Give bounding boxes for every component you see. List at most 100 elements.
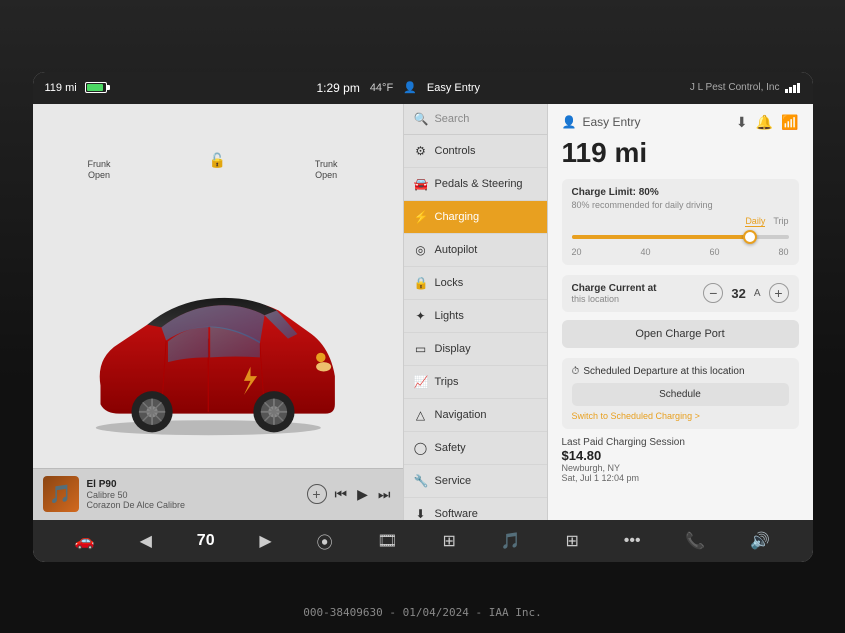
taskbar-back-icon[interactable]: ◀ [140,531,152,551]
status-center: 1:29 pm 44°F 👤 Easy Entry [316,81,480,95]
lights-icon: ✦ [414,309,428,323]
menu-item-display[interactable]: ▭ Display [404,333,547,366]
switch-charging-link[interactable]: Switch to Scheduled Charging > [572,411,789,421]
navigation-icon: △ [414,408,428,422]
music-player: 🎵 El P90 Calibre 50 Corazon De Alce Cali… [33,468,403,520]
download-icon[interactable]: ⬇ [736,114,748,131]
charge-limit-box: Charge Limit: 80% 80% recommended for da… [562,179,799,265]
slider-labels: 20 40 60 80 [572,247,789,257]
taskbar: 🚗 ◀ 70 ▶ ⦿ 🎞 ⊞ 🎵 ⊞ ••• 📞 🔊 [33,520,813,562]
slider-fill [572,235,746,239]
time-display: 1:29 pm [316,81,359,95]
speed-display: 70 [197,532,215,550]
taskbar-music-icon[interactable]: 🎵 [501,531,521,551]
temp-display: 44°F [370,82,393,94]
person-icon: 👤 [403,81,417,94]
safety-label: Safety [435,442,466,454]
header-icons: ⬇ 🔔 📶 [736,114,799,131]
service-label: Service [435,475,472,487]
label-80: 80 [778,247,788,257]
menu-item-safety[interactable]: ◯ Safety [404,432,547,465]
menu-item-navigation[interactable]: △ Navigation [404,399,547,432]
taskbar-volume-icon[interactable]: 🔊 [750,531,770,551]
search-placeholder: Search [434,113,469,125]
locks-icon: 🔒 [414,276,428,290]
clock-icon: ⏱ [572,366,580,377]
main-content: Frunk Open Trunk Open 🔓 [33,104,813,520]
menu-item-trips[interactable]: 📈 Trips [404,366,547,399]
tesla-screen: 119 mi 1:29 pm 44°F 👤 Easy Entry J L Pes… [33,72,813,562]
charge-current-label-group: Charge Current at this location [572,283,657,304]
taskbar-car-icon[interactable]: 🚗 [75,531,95,551]
play-pause-button[interactable]: ▶ [355,484,370,505]
software-icon: ⬇ [414,507,428,520]
last-session-date: Sat, Jul 1 12:04 pm [562,473,799,483]
display-label: Display [435,343,471,355]
header-left: 👤 Easy Entry [562,115,641,129]
increase-current-button[interactable]: + [769,283,789,303]
last-session-amount: $14.80 [562,448,799,463]
lock-icon: 🔓 [209,152,226,169]
range-display: 119 mi [45,82,77,94]
last-session-title: Last Paid Charging Session [562,437,799,448]
taskbar-grid-icon[interactable]: ⊞ [566,531,579,551]
left-panel: Frunk Open Trunk Open 🔓 [33,104,403,520]
menu-item-autopilot[interactable]: ◎ Autopilot [404,234,547,267]
signal-bars [785,83,800,93]
scheduled-departure-box: ⏱ Scheduled Departure at this location S… [562,358,799,429]
taskbar-apps-icon[interactable]: ⊞ [443,531,456,551]
taskbar-forward-icon[interactable]: ▶ [259,531,271,551]
taskbar-more-icon[interactable]: ••• [624,532,641,550]
locks-label: Locks [435,277,464,289]
last-session: Last Paid Charging Session $14.80 Newbur… [562,437,799,483]
panel-header: 👤 Easy Entry ⬇ 🔔 📶 [562,114,799,131]
slider-thumb[interactable] [743,230,757,244]
previous-track-button[interactable]: ⏮ [333,484,350,505]
open-charge-port-button[interactable]: Open Charge Port [562,320,799,348]
wifi-icon[interactable]: 📶 [781,114,798,131]
scheduled-title: ⏱ Scheduled Departure at this location [572,366,789,377]
menu-item-lights[interactable]: ✦ Lights [404,300,547,333]
menu-item-service[interactable]: 🔧 Service [404,465,547,498]
menu-item-charging[interactable]: ⚡ Charging [404,201,547,234]
label-40: 40 [640,247,650,257]
daily-tab[interactable]: Daily [745,216,765,227]
trips-label: Trips [435,376,459,388]
add-to-library-button[interactable]: + [307,484,327,504]
safety-icon: ◯ [414,441,428,455]
trip-tab[interactable]: Trip [773,216,788,227]
next-track-button[interactable]: ⏭ [376,484,393,505]
person-header-icon: 👤 [562,115,577,129]
menu-item-software[interactable]: ⬇ Software [404,498,547,520]
bell-icon[interactable]: 🔔 [756,114,773,131]
charge-limit-title: Charge Limit: 80% [572,187,789,198]
charge-current-box: Charge Current at this location − 32 A + [562,275,799,312]
taskbar-video-icon[interactable]: 🎞 [377,531,397,551]
menu-search[interactable]: 🔍 Search [404,104,547,135]
music-album: Calibre 50 [87,490,299,500]
label-20: 20 [572,247,582,257]
menu-item-locks[interactable]: 🔒 Locks [404,267,547,300]
menu-item-controls[interactable]: ⚙ Controls [404,135,547,168]
taskbar-phone-icon[interactable]: 📞 [685,531,705,551]
watermark: 000-38409630 - 01/04/2024 - IAA Inc. [303,606,541,619]
menu-item-pedals[interactable]: 🚘 Pedals & Steering [404,168,547,201]
mode-display: Easy Entry [427,82,480,94]
software-label: Software [435,508,478,520]
battery-icon [85,82,107,93]
company-display: J L Pest Control, Inc [690,82,780,93]
pedals-icon: 🚘 [414,177,428,191]
taskbar-camera-icon[interactable]: ⦿ [317,529,333,553]
lights-label: Lights [435,310,464,322]
schedule-button[interactable]: Schedule [572,383,789,406]
charging-label: Charging [435,211,480,223]
charge-slider[interactable] [572,229,789,245]
speed-number: 70 [197,532,215,550]
pedals-label: Pedals & Steering [435,178,523,190]
last-session-location: Newburgh, NY [562,463,799,473]
decrease-current-button[interactable]: − [703,283,723,303]
music-song: Corazon De Alce Calibre [87,500,299,510]
menu-panel: 🔍 Search ⚙ Controls 🚘 Pedals & Steering … [403,104,548,520]
controls-icon: ⚙ [414,144,428,158]
navigation-label: Navigation [435,409,487,421]
